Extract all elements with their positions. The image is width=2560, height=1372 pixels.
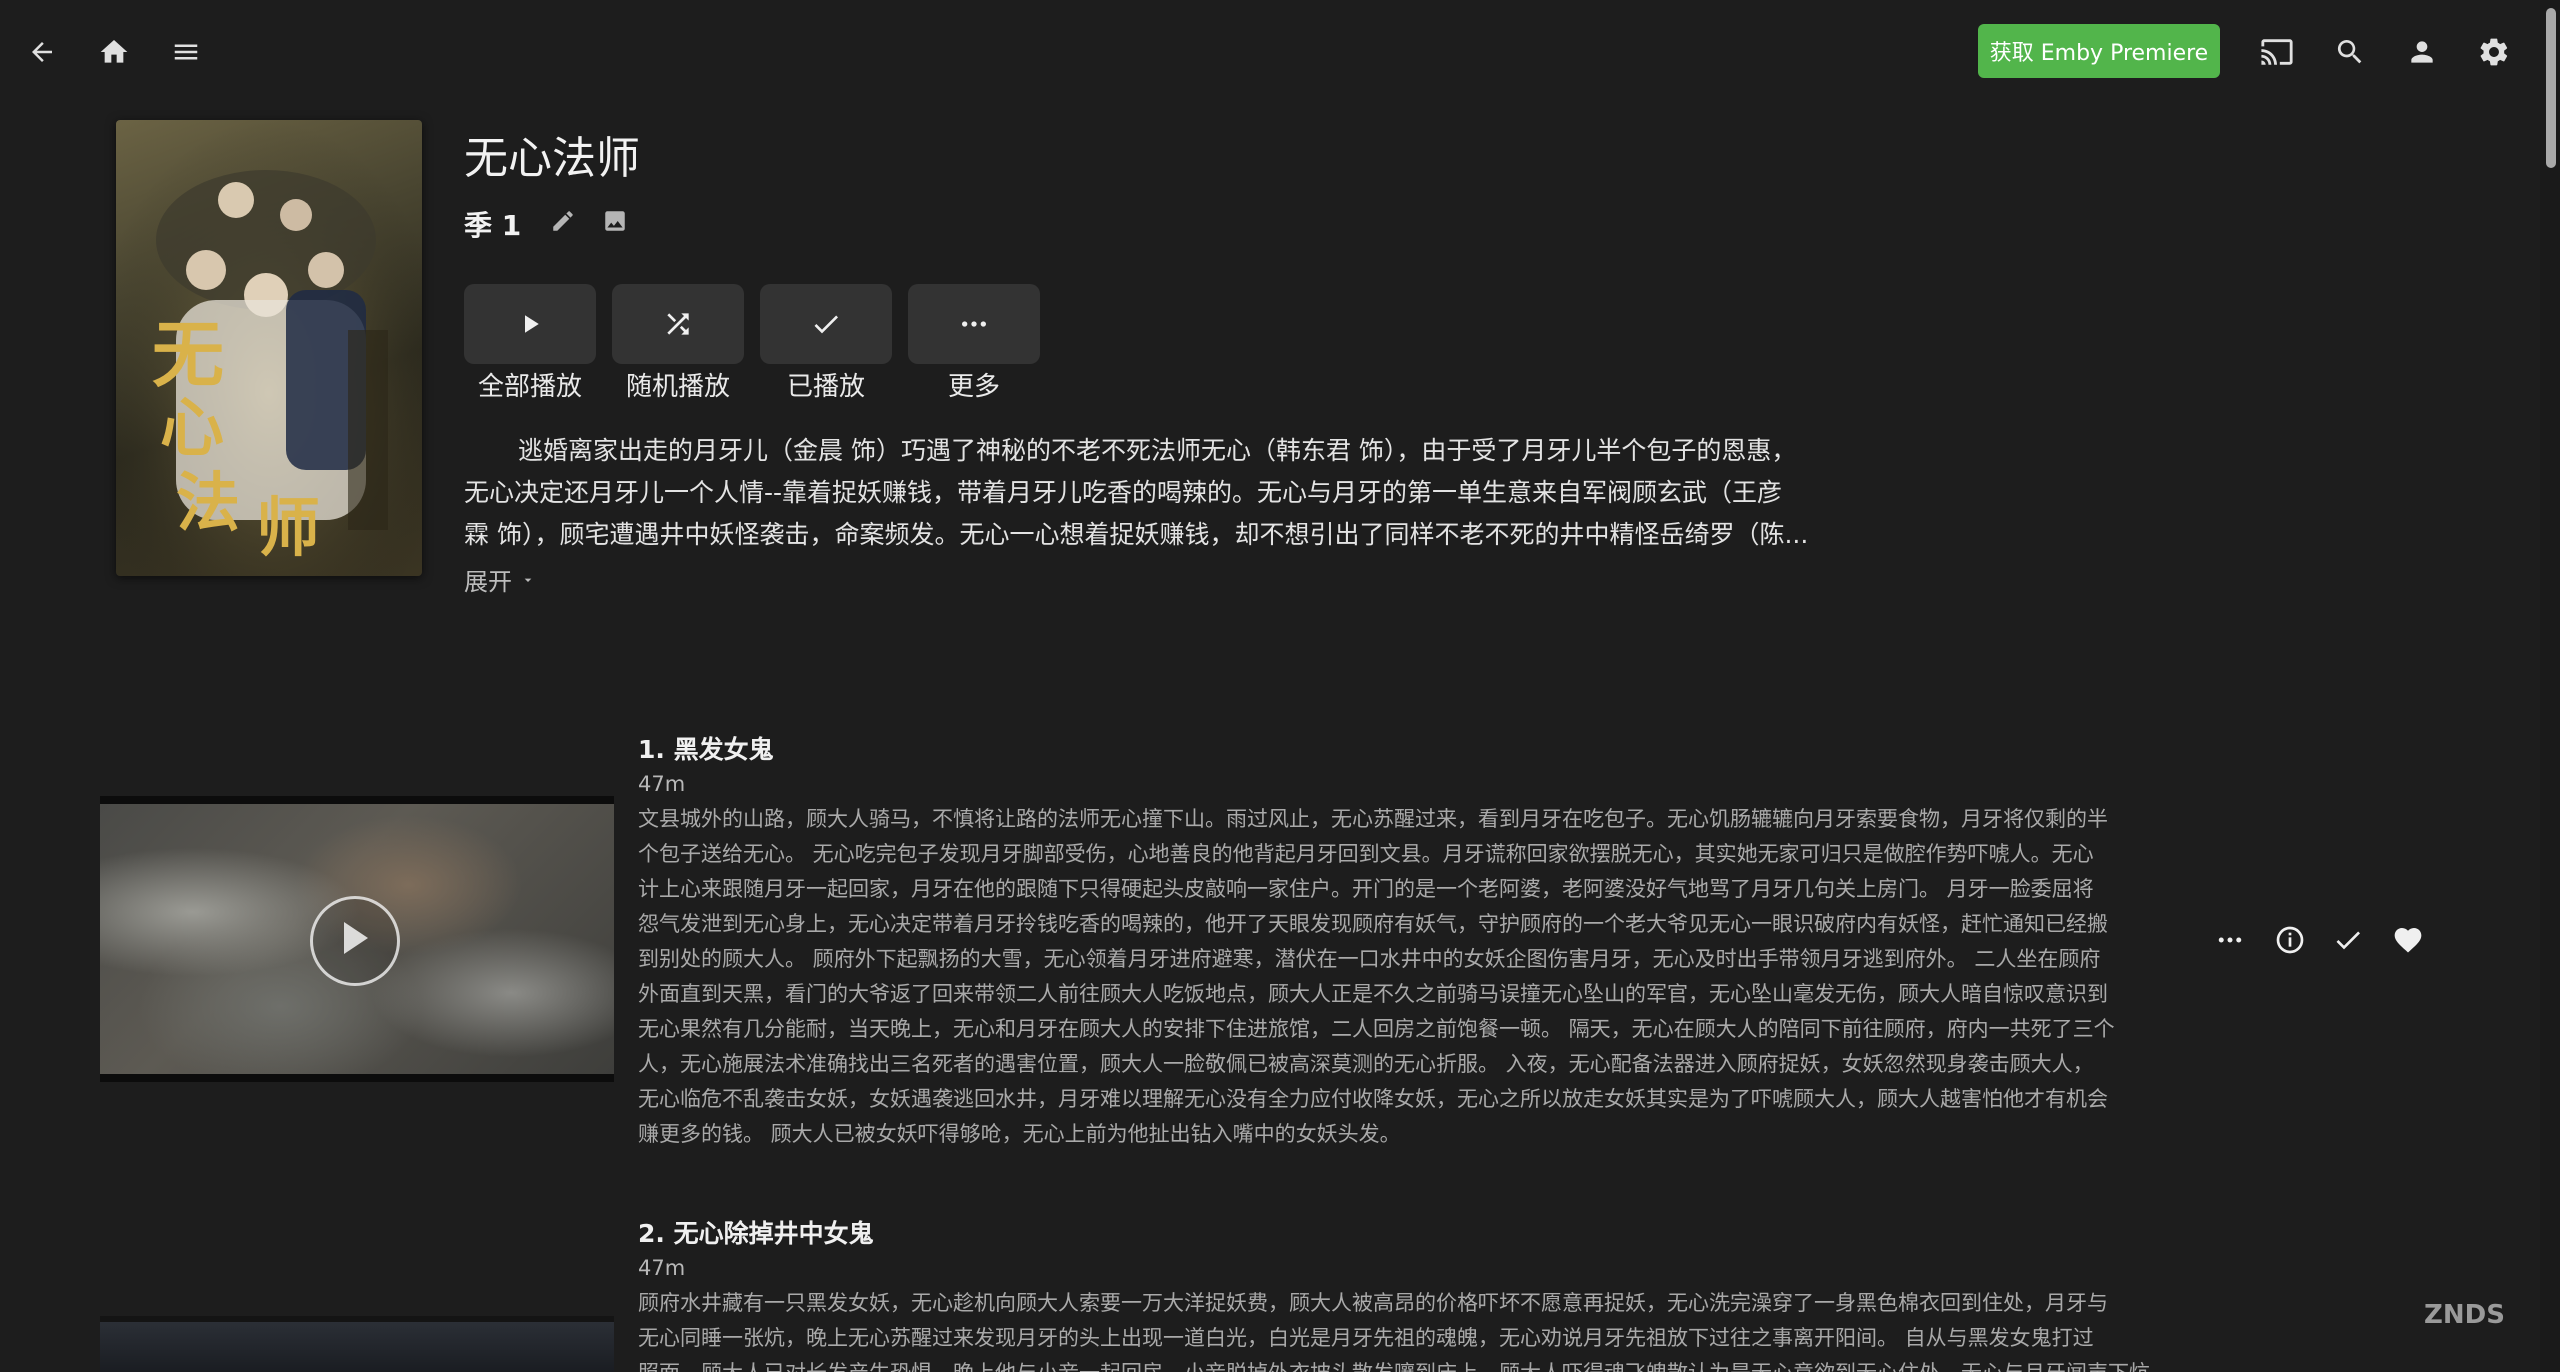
episode-overview: 顾府水井藏有一只黑发女妖，无心趁机向顾大人索要一万大洋捉妖费，顾大人被高昂的价格… <box>638 1286 2184 1372</box>
show-overview: 逃婚离家出走的月牙儿（金晨 饰）巧遇了神秘的不老不死法师无心（韩东君 饰），由于… <box>464 430 1874 556</box>
episode-title[interactable]: 1. 黑发女鬼 <box>638 730 774 766</box>
image-icon <box>605 211 625 231</box>
overview-line: 无心决定还月牙儿一个人情--靠着捉妖赚钱，带着月牙儿吃香的喝辣的。无心与月牙的第… <box>464 478 1783 507</box>
more-horizontal-icon <box>962 321 986 327</box>
gear-icon <box>2480 38 2508 66</box>
more-button[interactable] <box>908 284 1040 364</box>
episode-overview-line: 个包子送给无心。 无心吃完包子发现月牙脚部受伤，心地善良的他背起月牙回到文县。月… <box>638 842 2094 866</box>
episode-overview-line: 到别处的顾大人。 顾府外下起飘扬的大雪，无心领着月牙进府避寒，潜伏在一口水井中的… <box>638 947 2101 971</box>
episode-image <box>100 1322 614 1372</box>
svg-text:心: 心 <box>160 391 224 466</box>
episode-overview: 文县城外的山路，顾大人骑马，不慎将让路的法师无心撞下山。雨过风止，无心苏醒过来，… <box>638 802 2184 1152</box>
overview-line: 逃婚离家出走的月牙儿（金晨 饰）巧遇了神秘的不老不死法师无心（韩东君 饰），由于… <box>518 436 1797 465</box>
back-button[interactable] <box>20 30 64 74</box>
shuffle-button[interactable] <box>612 284 744 364</box>
overview-line: 霖 饰），顾宅遭遇井中妖怪袭击，命案频发。无心一心想着捉妖赚钱，却不想引出了同样… <box>464 520 1809 549</box>
search-button[interactable] <box>2328 30 2372 74</box>
home-icon <box>100 40 128 63</box>
shuffle-icon <box>667 313 689 335</box>
season-poster[interactable]: 无 心 法 师 <box>116 120 422 576</box>
episode-played-button[interactable] <box>2326 918 2370 962</box>
settings-button[interactable] <box>2472 30 2516 74</box>
edit-images-button[interactable] <box>598 204 632 238</box>
episode-thumbnail[interactable] <box>100 1316 614 1372</box>
show-title: 无心法师 <box>464 133 640 184</box>
episode-runtime: 47m <box>638 772 686 796</box>
episode-favorite-button[interactable] <box>2386 918 2430 962</box>
pencil-icon <box>553 211 573 231</box>
cast-button[interactable] <box>2254 30 2300 74</box>
episode-thumbnail[interactable] <box>100 796 614 1082</box>
play-all-button[interactable] <box>464 284 596 364</box>
episode-play-button[interactable] <box>310 896 400 986</box>
hamburger-menu-icon <box>174 44 198 60</box>
episode-overview-line: 顾府水井藏有一只黑发女妖，无心趁机向顾大人索要一万大洋捉妖费，顾大人被高昂的价格… <box>638 1291 2108 1315</box>
mark-played-label: 已播放 <box>786 372 865 402</box>
cast-icon <box>2261 39 2293 65</box>
search-icon <box>2337 40 2362 64</box>
episode-overview-line: 无心临危不乱袭击女妖，女妖遇袭逃回水井，月牙难以理解无心没有全力应付收降女妖，无… <box>638 1087 2108 1111</box>
user-button[interactable] <box>2400 30 2444 74</box>
arrow-left-icon <box>32 42 52 62</box>
play-icon <box>525 315 539 333</box>
episode-overview-line: 赚更多的钱。 顾大人已被女妖吓得够呛，无心上前为他扯出钻入嘴中的女妖头发。 <box>638 1122 1401 1146</box>
svg-text:无: 无 <box>152 312 224 397</box>
play-all-label: 全部播放 <box>477 372 582 402</box>
episode-overview-line: 无心同睡一张炕，晚上无心苏醒过来发现月牙的头上出现一道白光，白光是月牙先祖的魂魄… <box>638 1326 2094 1350</box>
episode-info-button[interactable] <box>2268 918 2312 962</box>
play-icon <box>344 922 368 954</box>
episode-title[interactable]: 2. 无心除掉井中女鬼 <box>638 1214 874 1250</box>
episode-overview-line: 照面，顾大人已对长发产生恐惧，晚上他与小妾一起回房，小妾脱掉外衣披头散发嚷到床上… <box>638 1356 2184 1372</box>
top-bar: 获取 Emby Premiere <box>0 0 2560 104</box>
edit-button[interactable] <box>546 204 580 238</box>
site-watermark: ZNDS <box>2424 1300 2505 1330</box>
menu-button[interactable] <box>164 30 208 74</box>
shuffle-label: 随机播放 <box>625 372 730 402</box>
expand-label: 展开 <box>464 568 512 596</box>
mark-played-button[interactable] <box>760 284 892 364</box>
season-name: 季 1 <box>464 209 522 242</box>
info-icon <box>2276 926 2304 954</box>
check-icon <box>2336 931 2360 950</box>
page-scrollbar[interactable] <box>2540 0 2560 1372</box>
episode-runtime: 47m <box>638 1256 686 1280</box>
episode-overview-line: 怨气发泄到无心身上，无心决定带着月牙拎钱吃香的喝辣的，他开了天眼发现顾府有妖气，… <box>638 912 2108 936</box>
check-icon <box>814 315 838 334</box>
episode-overview-line: 无心果然有几分能耐，当天晚上，无心和月牙在顾大人的安排下住进旅馆，二人回房之前饱… <box>638 1017 2115 1041</box>
poster-artwork: 无 心 法 师 <box>116 120 422 576</box>
episode-overview-line: 文县城外的山路，顾大人骑马，不慎将让路的法师无心撞下山。雨过风止，无心苏醒过来，… <box>638 807 2108 831</box>
episode-overview-line: 外面直到天黑，看门的大爷返了回来带领二人前往顾大人吃饭地点，顾大人正是不久之前骑… <box>638 982 2108 1006</box>
episode-overview-line: 人，无心施展法术准确找出三名死者的遇害位置，顾大人一脸敬佩已被高深莫测的无心折服… <box>638 1052 2094 1076</box>
scrollbar-thumb[interactable] <box>2546 8 2556 168</box>
heart-icon <box>2394 928 2422 953</box>
more-label: 更多 <box>947 372 1000 402</box>
svg-text:法: 法 <box>176 466 240 541</box>
user-icon <box>2411 41 2433 63</box>
more-horizontal-icon <box>2218 937 2242 943</box>
svg-text:师: 师 <box>256 491 320 566</box>
episode-overview-line: 计上心来跟随月牙一起回家，月牙在他的跟随下只得硬起头皮敲响一家住户。开门的是一个… <box>638 877 2094 901</box>
caret-down-icon <box>524 578 532 582</box>
episode-more-button[interactable] <box>2208 918 2252 962</box>
expand-overview-button[interactable]: 展开 <box>464 562 536 597</box>
get-premiere-button[interactable]: 获取 Emby Premiere <box>1978 24 2220 78</box>
home-button[interactable] <box>92 30 136 74</box>
